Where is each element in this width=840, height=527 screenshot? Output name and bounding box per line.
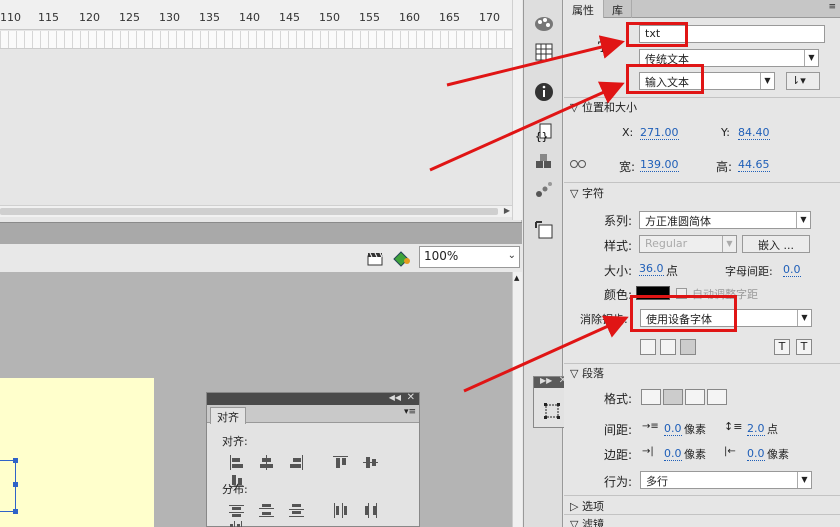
arrow-to-instance-name [446, 35, 625, 87]
annotation-arrows [429, 35, 629, 393]
arrow-to-text-type [429, 81, 625, 172]
arrow-to-antialias [463, 315, 629, 393]
